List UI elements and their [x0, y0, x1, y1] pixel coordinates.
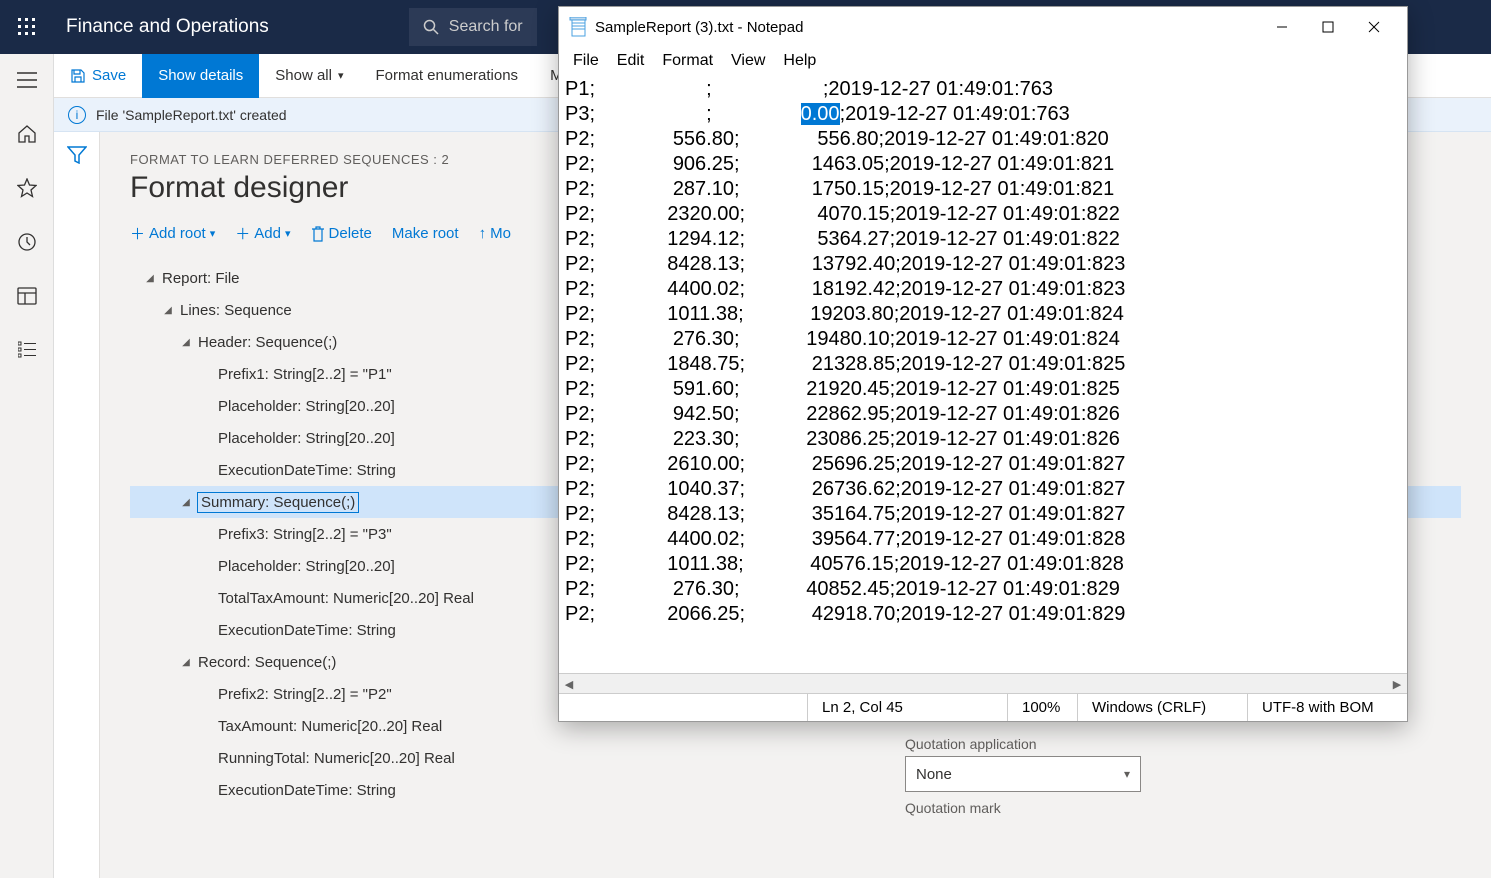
- chevron-down-icon: ▾: [210, 227, 216, 240]
- menu-view[interactable]: View: [731, 52, 765, 70]
- scroll-left-icon[interactable]: ◀: [559, 674, 579, 694]
- filter-column: [54, 132, 100, 878]
- add-button[interactable]: ＋Add▾: [235, 223, 290, 244]
- minimize-button[interactable]: [1259, 12, 1305, 42]
- scroll-right-icon[interactable]: ▶: [1387, 674, 1407, 694]
- save-label: Save: [92, 67, 126, 84]
- plus-icon: ＋: [235, 223, 250, 244]
- clock-icon[interactable]: [11, 226, 43, 258]
- caret-down-icon: ◢: [178, 497, 194, 508]
- workspace-icon[interactable]: [11, 280, 43, 312]
- search-icon: [423, 19, 439, 35]
- status-zoom: 100%: [1007, 694, 1077, 721]
- notepad-title: SampleReport (3).txt - Notepad: [595, 19, 803, 36]
- info-icon: i: [68, 106, 86, 124]
- format-enum-button[interactable]: Format enumerations: [360, 54, 535, 98]
- tree-node-execdt[interactable]: ExecutionDateTime: String: [130, 774, 1461, 806]
- menu-format[interactable]: Format: [662, 52, 713, 70]
- chevron-down-icon: ▾: [1124, 767, 1130, 781]
- status-eol: Windows (CRLF): [1077, 694, 1247, 721]
- notepad-statusbar: Ln 2, Col 45 100% Windows (CRLF) UTF-8 w…: [559, 693, 1407, 721]
- status-encoding: UTF-8 with BOM: [1247, 694, 1407, 721]
- save-button[interactable]: Save: [54, 54, 142, 98]
- star-icon[interactable]: [11, 172, 43, 204]
- close-button[interactable]: [1351, 12, 1397, 42]
- notepad-hscrollbar[interactable]: ◀ ▶: [559, 673, 1407, 693]
- notepad-window: SampleReport (3).txt - Notepad File Edit…: [558, 6, 1408, 722]
- make-root-button[interactable]: Make root: [392, 225, 459, 242]
- chevron-down-icon: ▾: [285, 227, 291, 240]
- trash-icon: [311, 226, 325, 242]
- left-rail: [0, 54, 54, 878]
- maximize-button[interactable]: [1305, 12, 1351, 42]
- waffle-icon[interactable]: [0, 0, 54, 54]
- quotation-app-value: None: [916, 766, 952, 783]
- plus-icon: ＋: [130, 223, 145, 244]
- chevron-down-icon: ▾: [338, 69, 344, 82]
- quotation-mark-label: Quotation mark: [905, 800, 1001, 816]
- caret-down-icon: ◢: [178, 657, 194, 668]
- quotation-app-select[interactable]: None ▾: [905, 756, 1141, 792]
- menu-edit[interactable]: Edit: [617, 52, 645, 70]
- status-position: Ln 2, Col 45: [807, 694, 1007, 721]
- caret-down-icon: ◢: [142, 273, 158, 284]
- arrow-up-icon: ↑: [479, 225, 487, 242]
- save-icon: [70, 68, 86, 84]
- search-input[interactable]: Search for: [409, 8, 537, 46]
- menu-help[interactable]: Help: [783, 52, 816, 70]
- info-message: File 'SampleReport.txt' created: [96, 107, 287, 123]
- list-icon[interactable]: [11, 334, 43, 366]
- hamburger-icon[interactable]: [11, 64, 43, 96]
- quotation-app-label: Quotation application: [905, 736, 1037, 752]
- notepad-icon: [569, 17, 587, 37]
- caret-down-icon: ◢: [178, 337, 194, 348]
- show-details-tab[interactable]: Show details: [142, 54, 259, 98]
- delete-button[interactable]: Delete: [311, 225, 372, 242]
- notepad-titlebar[interactable]: SampleReport (3).txt - Notepad: [559, 7, 1407, 47]
- search-text: Search for: [449, 18, 523, 36]
- notepad-textarea[interactable]: P1; ; ;2019-12-27 01:49:01:763P3; ; 0.00…: [559, 75, 1407, 673]
- menu-file[interactable]: File: [573, 52, 599, 70]
- caret-down-icon: ◢: [160, 305, 176, 316]
- move-button[interactable]: ↑Mo: [479, 225, 511, 242]
- home-icon[interactable]: [11, 118, 43, 150]
- show-all-button[interactable]: Show all▾: [259, 54, 359, 98]
- filter-icon[interactable]: [67, 146, 87, 164]
- notepad-menu: File Edit Format View Help: [559, 47, 1407, 75]
- add-root-button[interactable]: ＋Add root▾: [130, 223, 215, 244]
- app-name: Finance and Operations: [54, 16, 269, 38]
- tree-node-runningtotal[interactable]: RunningTotal: Numeric[20..20] Real: [130, 742, 1461, 774]
